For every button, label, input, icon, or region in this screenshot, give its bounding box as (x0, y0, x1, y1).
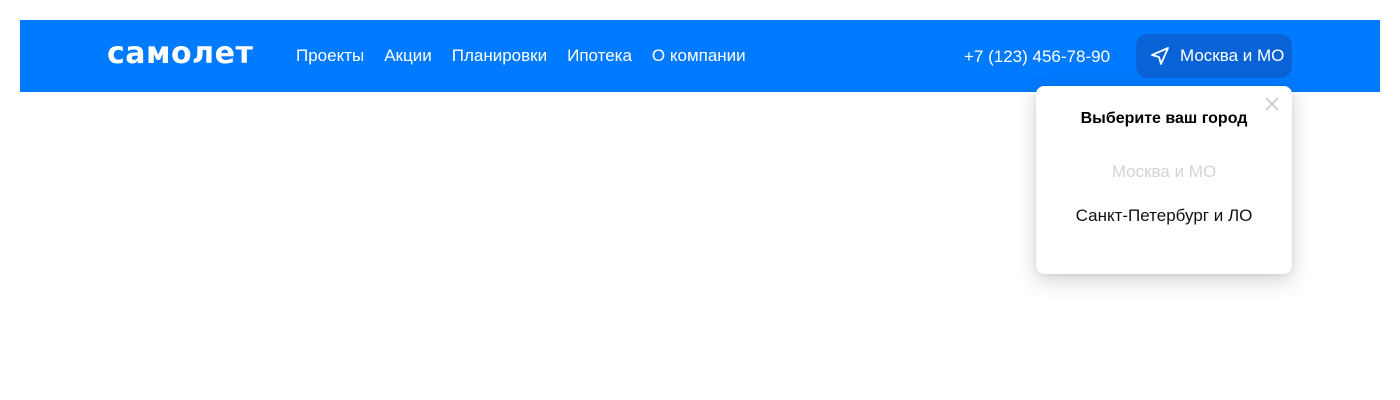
phone-number[interactable]: +7 (123) 456-78-90 (964, 46, 1110, 68)
nav-item-projects[interactable]: Проекты (296, 45, 364, 67)
city-select-button[interactable]: Москва и МО (1136, 34, 1292, 78)
nav-item-about[interactable]: О компании (652, 45, 746, 67)
city-option-moscow[interactable]: Москва и МО (1036, 162, 1292, 182)
city-select-label: Москва и МО (1180, 46, 1285, 65)
logo[interactable]: самолет (107, 36, 253, 72)
nav-item-promotions[interactable]: Акции (384, 45, 432, 67)
location-arrow-icon (1150, 46, 1170, 66)
nav-item-layouts[interactable]: Планировки (452, 45, 547, 67)
main-nav: Проекты Акции Планировки Ипотека О компа… (296, 45, 766, 67)
nav-item-mortgage[interactable]: Ипотека (567, 45, 632, 67)
popup-title: Выберите ваш город (1080, 110, 1248, 127)
site-header: самолет Проекты Акции Планировки Ипотека… (20, 20, 1380, 92)
city-popup: Выберите ваш город Москва и МО Санкт-Пет… (1036, 86, 1292, 274)
city-option-spb[interactable]: Санкт-Петербург и ЛО (1036, 206, 1292, 226)
